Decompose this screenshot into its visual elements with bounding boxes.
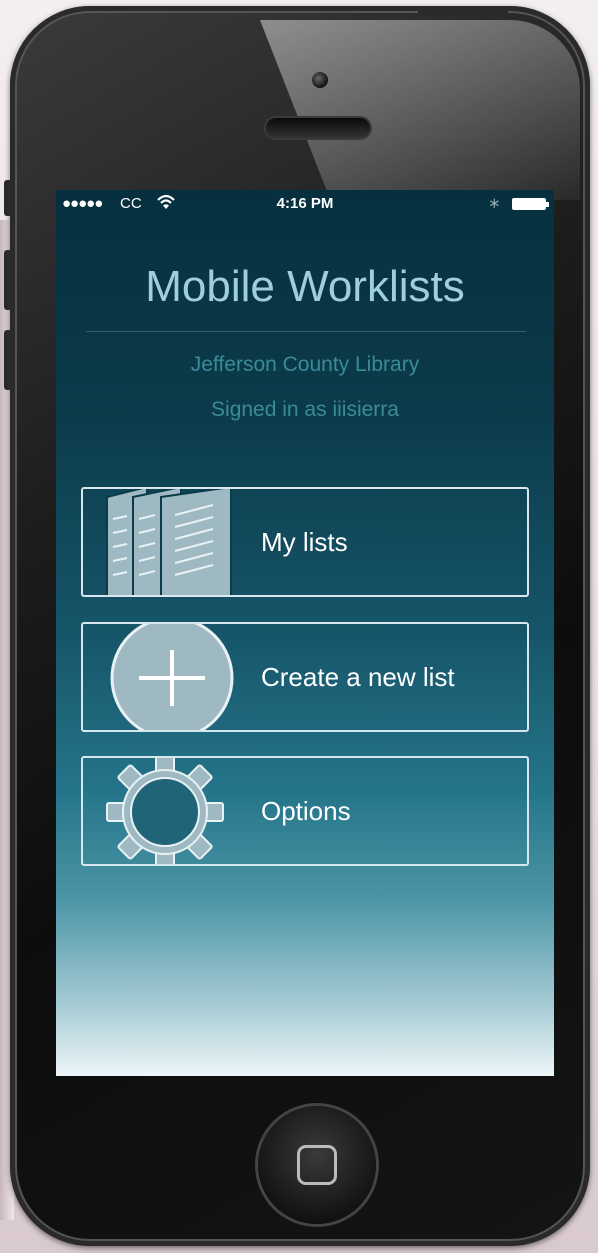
app-title: Mobile Worklists	[145, 262, 465, 311]
my-lists-label: My lists	[261, 527, 348, 557]
home-square-icon	[297, 1145, 337, 1185]
front-camera	[312, 72, 328, 88]
signed-in-status: Signed in as iiisierra	[211, 398, 399, 421]
status-bar: ●●●●● CC 4:16 PM ∗	[56, 190, 554, 216]
create-new-list-label: Create a new list	[261, 662, 455, 692]
home-button[interactable]	[258, 1106, 376, 1224]
mute-switch	[4, 180, 12, 216]
bluetooth-icon: ∗	[488, 195, 501, 212]
create-new-list-button[interactable]: Create a new list	[81, 622, 529, 732]
volume-up-button	[4, 250, 12, 310]
status-time: 4:16 PM	[276, 195, 334, 212]
title-divider	[86, 331, 526, 332]
volume-down-button	[4, 330, 12, 390]
earpiece-speaker	[266, 118, 370, 138]
gear-icon	[83, 758, 243, 864]
documents-icon	[83, 489, 243, 595]
power-button	[418, 8, 508, 16]
my-lists-button[interactable]: My lists	[81, 487, 529, 597]
battery-icon	[512, 198, 549, 210]
phone-gloss	[260, 20, 580, 200]
options-button[interactable]: Options	[81, 756, 529, 866]
options-label: Options	[261, 796, 351, 826]
plus-circle-icon	[83, 624, 243, 730]
app-screen: ●●●●● CC 4:16 PM ∗ Mobile Worklists Jeff…	[56, 190, 554, 1076]
library-name: Jefferson County Library	[190, 353, 420, 376]
battery-tip	[546, 202, 549, 207]
